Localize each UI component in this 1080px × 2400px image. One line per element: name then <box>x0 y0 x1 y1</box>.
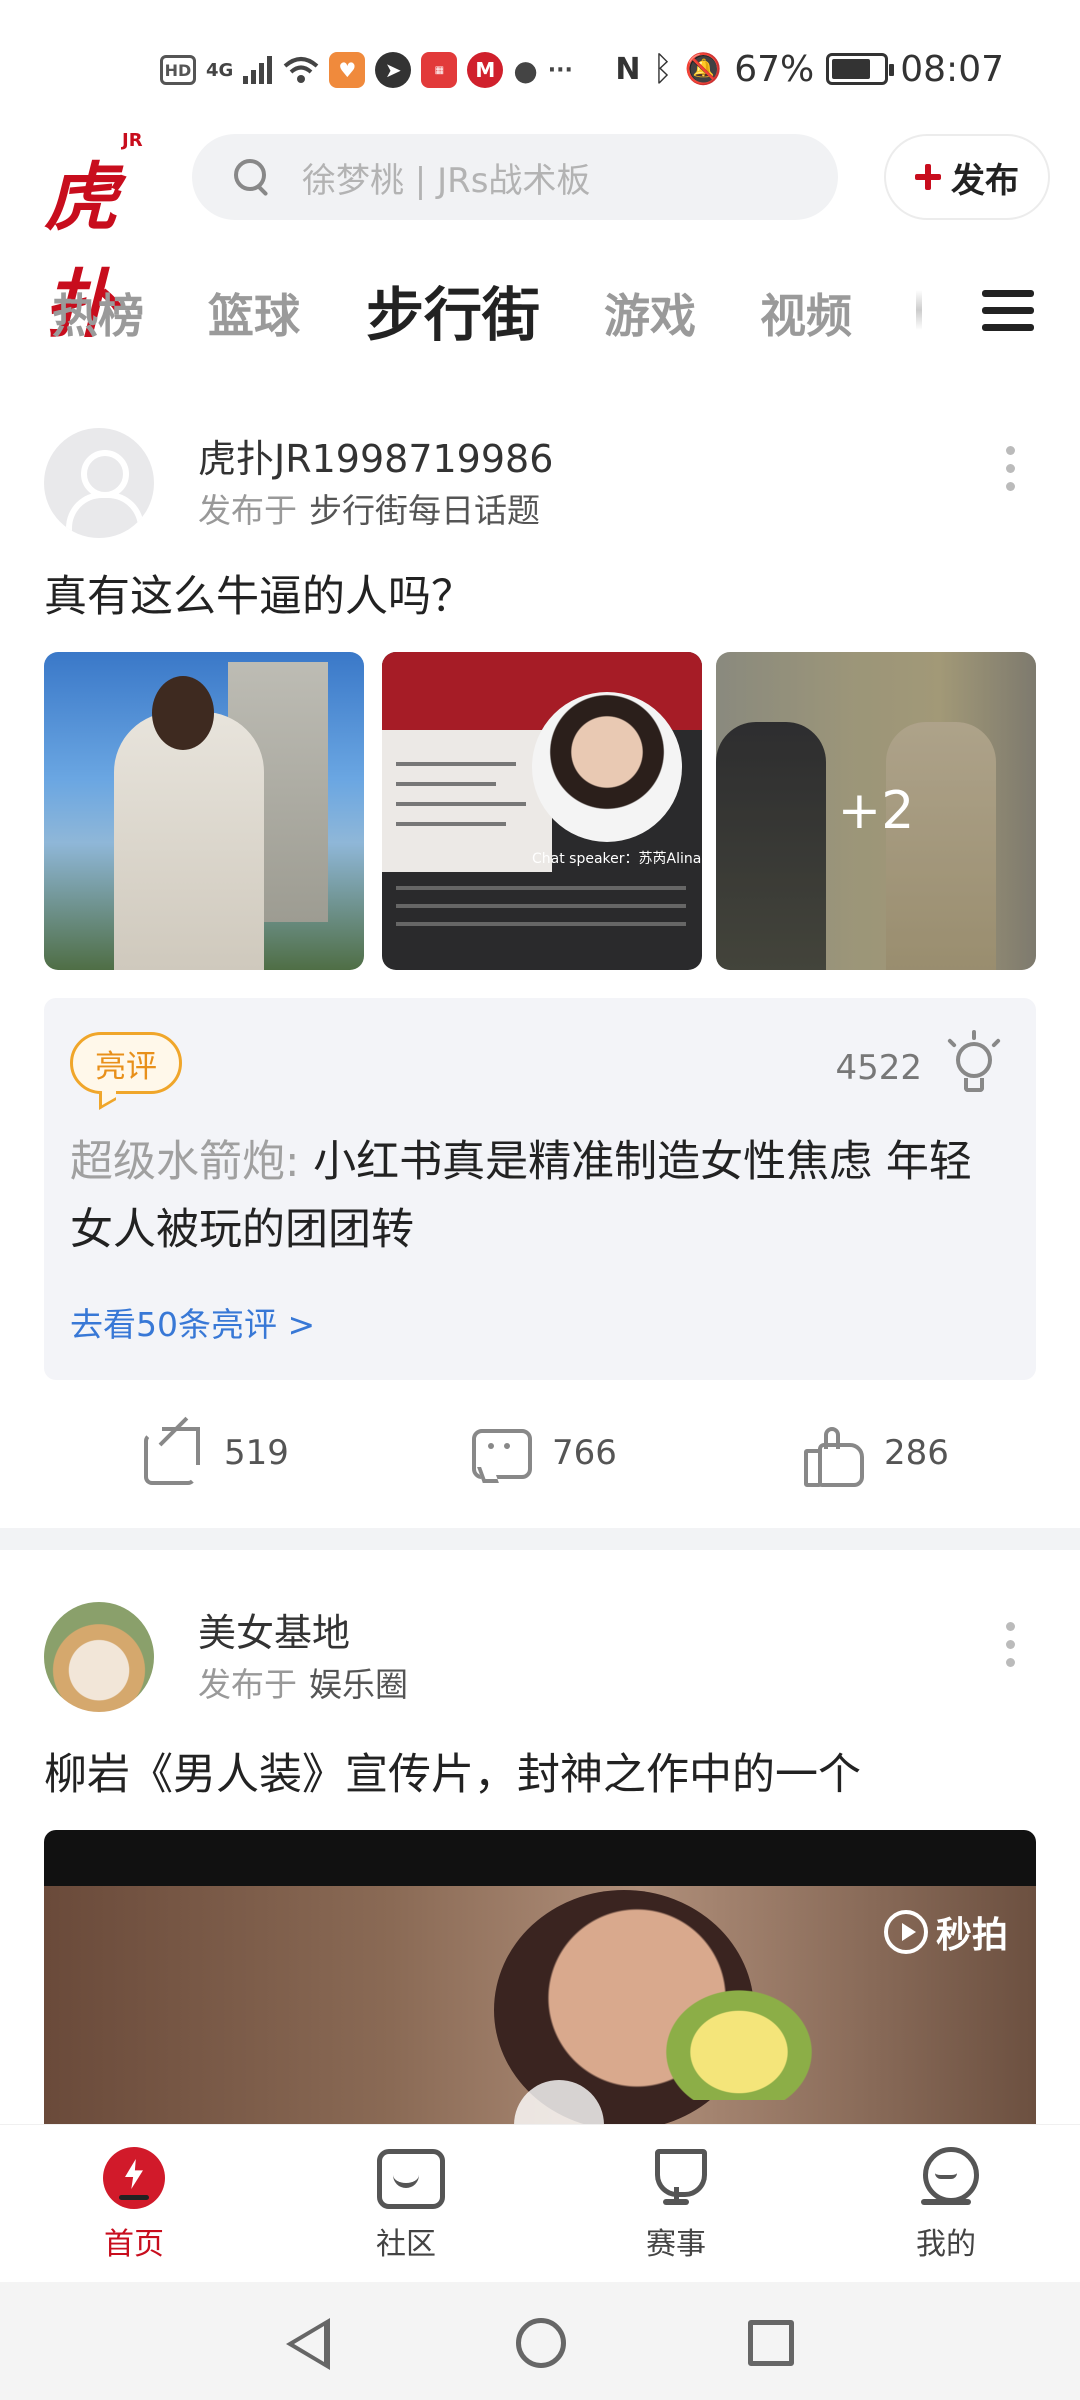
trophy-icon <box>645 2147 707 2209</box>
author-name[interactable]: 美女基地 <box>198 1602 350 1657</box>
post-card[interactable]: 美女基地 发布于 娱乐圈 柳岩《男人装》宣传片，封神之作中的一个 秒拍 <box>0 0 1080 2130</box>
nav-profile[interactable]: 我的 <box>886 2147 1006 2267</box>
avatar[interactable] <box>44 1602 154 1712</box>
video-watermark: 秒拍 <box>883 1906 1008 1958</box>
more-options-icon[interactable] <box>1006 1622 1016 1668</box>
post-title[interactable]: 柳岩《男人装》宣传片，封神之作中的一个 <box>44 1740 861 1802</box>
published-in: 发布于 娱乐圈 <box>198 1658 408 1706</box>
nav-matches[interactable]: 赛事 <box>616 2147 736 2267</box>
play-circle-icon <box>883 1910 928 1954</box>
published-prefix: 发布于 <box>198 1665 297 1704</box>
video-watermark-text: 秒拍 <box>935 1915 1008 1956</box>
nav-home[interactable]: 首页 <box>74 2147 194 2267</box>
home-circle-icon[interactable] <box>516 2318 566 2368</box>
home-bolt-icon <box>103 2147 165 2209</box>
topic-link[interactable]: 娱乐圈 <box>309 1665 408 1704</box>
video-player[interactable]: 秒拍 <box>44 1830 1036 2130</box>
bottom-navigation: 首页 社区 赛事 我的 <box>0 2124 1080 2282</box>
profile-icon <box>915 2147 979 2209</box>
back-icon[interactable] <box>286 2318 330 2370</box>
nav-label: 赛事 <box>646 2227 706 2262</box>
nav-label: 我的 <box>916 2227 976 2262</box>
system-navigation-bar <box>0 2282 1080 2400</box>
nav-label: 社区 <box>376 2227 436 2262</box>
nav-label: 首页 <box>104 2227 164 2262</box>
recent-apps-icon[interactable] <box>748 2320 794 2366</box>
community-icon <box>375 2147 445 2209</box>
nav-community[interactable]: 社区 <box>346 2147 466 2267</box>
